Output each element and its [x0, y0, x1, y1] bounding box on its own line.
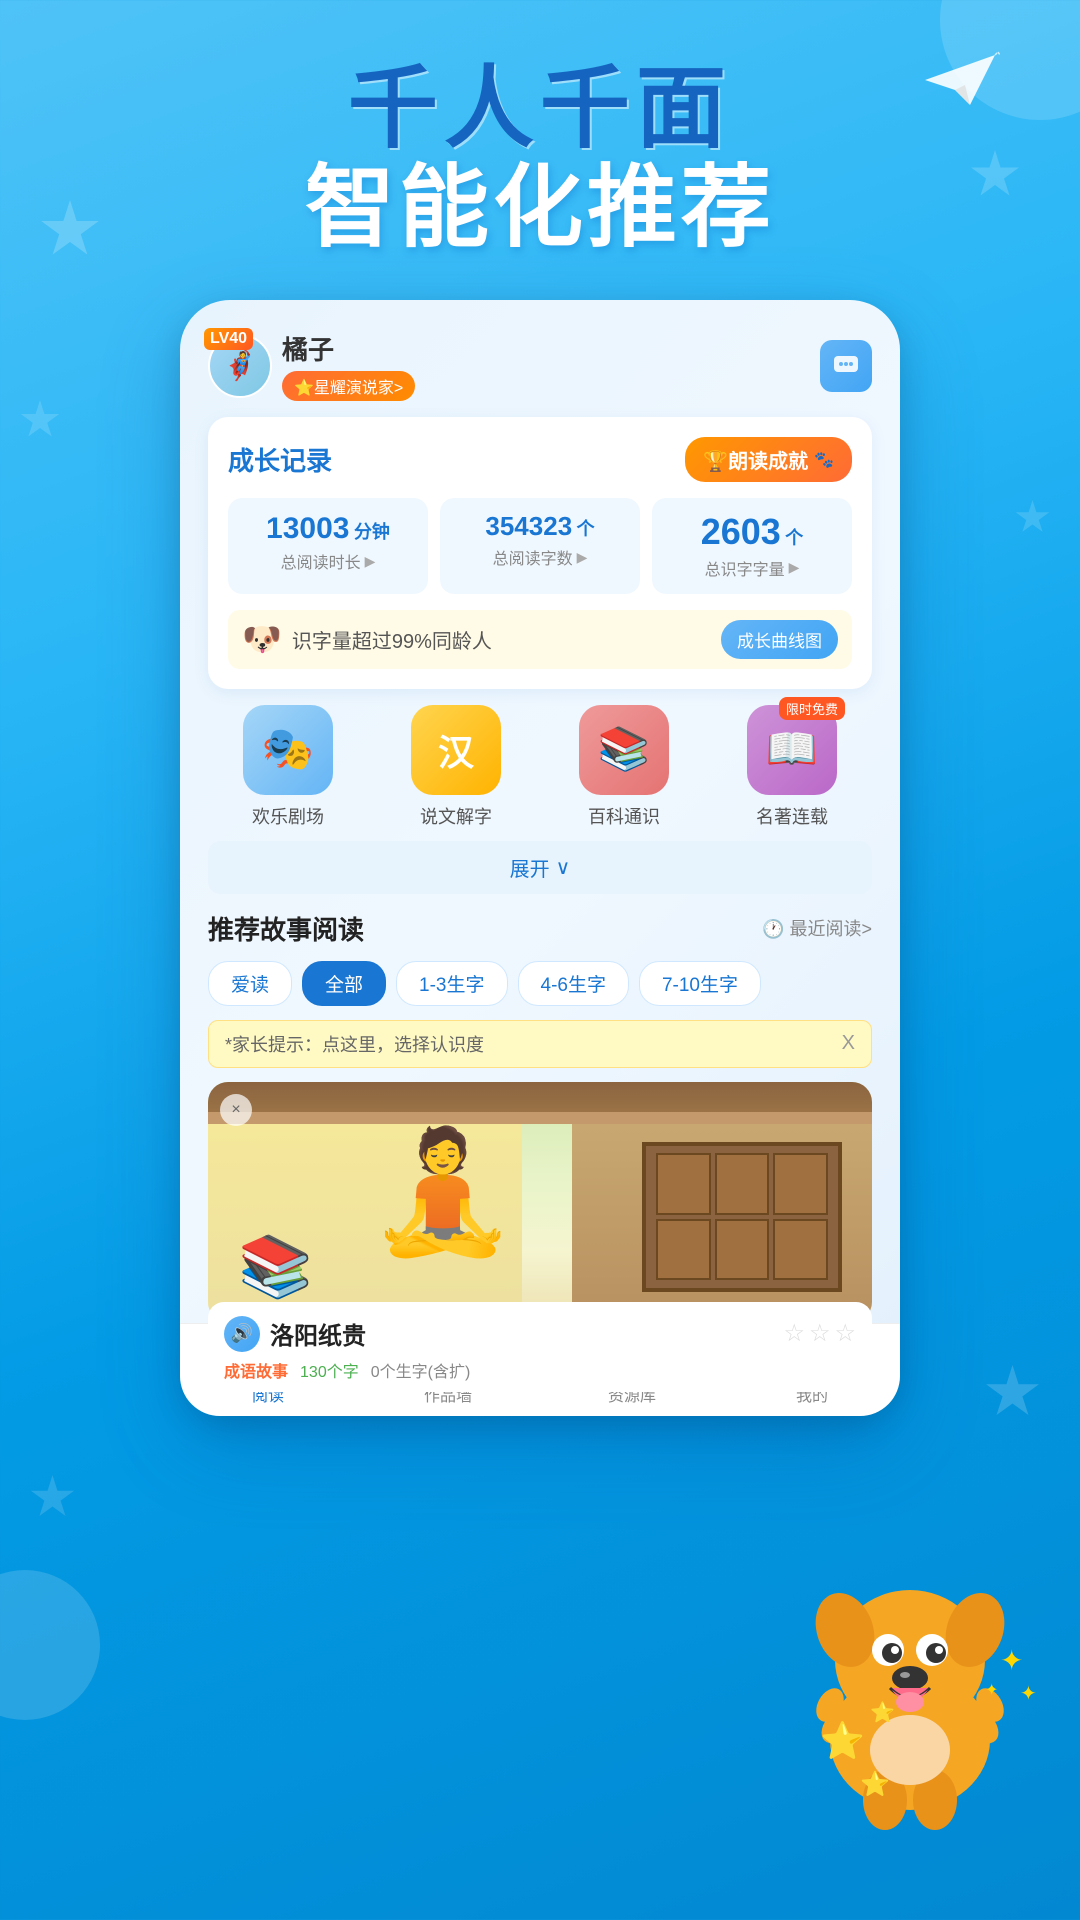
stat-literacy[interactable]: 2603 个 总识字字量 ▶	[652, 498, 852, 594]
phone-mockup: LV40 🦸 橘子 ⭐星耀演说家> 成长记录	[180, 300, 900, 1416]
parent-tip-text: *家长提示：点这里，选择认识度	[225, 1031, 484, 1057]
star-1: ☆	[783, 1319, 805, 1348]
stat-label-time: 总阅读时长 ▶	[240, 549, 416, 573]
story-new-chars: 0个生字(含扩)	[371, 1358, 471, 1382]
stats-row: 13003 分钟 总阅读时长 ▶ 354323 个 总阅读字数	[228, 498, 852, 594]
encyclopedia-icon: 📚	[579, 705, 669, 795]
literacy-comparison-text: 识字量超过99%同龄人	[292, 625, 492, 654]
theater-label: 欢乐剧场	[252, 803, 324, 829]
chinese-label: 说文解字	[420, 803, 492, 829]
recent-reading-link[interactable]: 🕐 最近阅读>	[762, 915, 872, 941]
story-rating: ☆ ☆ ☆	[783, 1319, 856, 1348]
phone-mockup-container: LV40 🦸 橘子 ⭐星耀演说家> 成长记录	[180, 300, 900, 1416]
stat-reading-time[interactable]: 13003 分钟 总阅读时长 ▶	[228, 498, 428, 594]
free-badge: 限时免费	[779, 697, 845, 720]
growth-curve-button[interactable]: 成长曲线图	[721, 620, 838, 659]
recommend-title: 推荐故事阅读	[208, 910, 364, 947]
chevron-down-icon: ∨	[556, 855, 571, 880]
feature-chinese[interactable]: 汉 说文解字	[376, 705, 536, 829]
feature-classics[interactable]: 📖 限时免费 名著连载	[712, 705, 872, 829]
story-illustration: 🧘 📚	[208, 1082, 872, 1322]
classics-icon: 📖 限时免费	[747, 705, 837, 795]
tab-1-3[interactable]: 1-3生字	[396, 961, 507, 1006]
feature-theater[interactable]: 🎭 欢乐剧场	[208, 705, 368, 829]
star-deco-3: ⭐	[870, 1700, 895, 1725]
message-button[interactable]	[820, 340, 872, 392]
speaker-icon: 🔊	[224, 1316, 260, 1352]
tab-4-6[interactable]: 4-6生字	[518, 961, 629, 1006]
svg-text:✦: ✦	[1000, 1645, 1023, 1676]
hero-title-2: 智能化推荐	[0, 159, 1080, 258]
stat-label-words: 总阅读字数 ▶	[452, 545, 628, 569]
recommend-header: 推荐故事阅读 🕐 最近阅读>	[208, 910, 872, 947]
avatar-wrapper: LV40 🦸	[208, 334, 272, 398]
chinese-icon: 汉	[411, 705, 501, 795]
tab-7-10[interactable]: 7-10生字	[639, 961, 761, 1006]
expand-button[interactable]: 展开 ∨	[208, 841, 872, 894]
star-2: ☆	[809, 1319, 831, 1348]
growth-header: 成长记录 🏆朗读成就 🐾	[228, 437, 852, 482]
stat-number-words: 354323 个	[452, 512, 628, 541]
hero-section: 千人千面 智能化推荐	[0, 0, 1080, 258]
user-role-badge[interactable]: ⭐星耀演说家>	[282, 371, 415, 401]
level-badge: LV40	[204, 328, 253, 350]
encyclopedia-label: 百科通识	[588, 803, 660, 829]
theater-icon: 🎭	[243, 705, 333, 795]
expand-label: 展开	[510, 853, 550, 882]
story-meta: 成语故事 130个字 0个生字(含扩)	[224, 1358, 856, 1382]
filter-tabs: 爱读 全部 1-3生字 4-6生字 7-10生字	[208, 961, 872, 1006]
mascot-dog: ✦ ✦ ✦	[780, 1540, 1060, 1860]
stat-number-time: 13003 分钟	[240, 512, 416, 545]
tab-all[interactable]: 全部	[302, 961, 386, 1006]
parent-tip-bar[interactable]: *家长提示：点这里，选择认识度 X	[208, 1020, 872, 1068]
story-char-count: 130个字	[300, 1358, 359, 1382]
story-card[interactable]: 🧘 📚 ×	[208, 1082, 872, 1322]
stat-words-read[interactable]: 354323 个 总阅读字数 ▶	[440, 498, 640, 594]
story-type: 成语故事	[224, 1358, 288, 1382]
stat-number-literacy: 2603 个	[664, 512, 840, 552]
star-deco-2: ⭐	[860, 1770, 890, 1799]
star-deco-1: ⭐	[820, 1720, 865, 1762]
svg-text:✦: ✦	[1020, 1683, 1037, 1705]
feature-grid: 🎭 欢乐剧场 汉 说文解字 📚 百科通识 📖 限时免费 名著连载	[208, 705, 872, 829]
growth-title: 成长记录	[228, 441, 332, 478]
achievement-badge[interactable]: 🏆朗读成就 🐾	[685, 437, 852, 482]
story-title-row: 🔊 洛阳纸贵 ☆ ☆ ☆	[224, 1316, 856, 1352]
story-close-button[interactable]: ×	[220, 1094, 252, 1126]
user-details: 橘子 ⭐星耀演说家>	[282, 330, 415, 401]
literacy-left: 🐶 识字量超过99%同龄人	[242, 620, 492, 658]
app-header: LV40 🦸 橘子 ⭐星耀演说家>	[208, 330, 872, 401]
username: 橘子	[282, 330, 415, 367]
user-info-section: LV40 🦸 橘子 ⭐星耀演说家>	[208, 330, 415, 401]
growth-record-card: 成长记录 🏆朗读成就 🐾 13003 分钟 总阅读时长 ▶	[208, 417, 872, 689]
literacy-comparison-row: 🐶 识字量超过99%同龄人 成长曲线图	[228, 610, 852, 669]
feature-encyclopedia[interactable]: 📚 百科通识	[544, 705, 704, 829]
dog-mascot-icon: 🐶	[242, 620, 282, 658]
achievement-text: 🏆朗读成就	[703, 445, 808, 474]
hero-title-1: 千人千面	[0, 60, 1080, 159]
story-title: 洛阳纸贵	[270, 1316, 366, 1351]
classics-label: 名著连载	[756, 803, 828, 829]
story-info-bar: 🔊 洛阳纸贵 ☆ ☆ ☆ 成语故事 130个字 0个生字(含扩)	[208, 1302, 872, 1392]
star-3: ☆	[834, 1319, 856, 1348]
tab-love[interactable]: 爱读	[208, 961, 292, 1006]
svg-text:✦: ✦	[985, 1682, 998, 1699]
stat-label-literacy: 总识字字量 ▶	[664, 556, 840, 580]
tip-close-button[interactable]: X	[842, 1032, 855, 1055]
